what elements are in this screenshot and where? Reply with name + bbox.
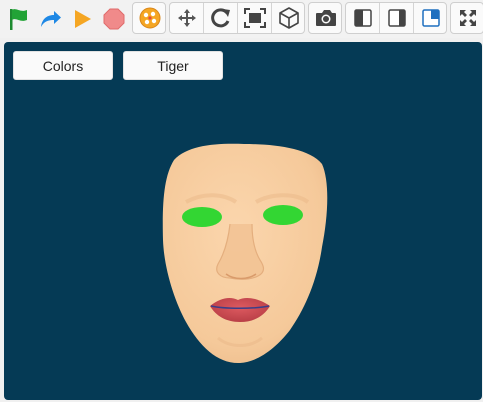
fit-frame-icon[interactable] xyxy=(238,3,271,33)
green-flag-icon[interactable] xyxy=(4,4,32,34)
texture-group xyxy=(132,2,166,34)
split-left-icon[interactable] xyxy=(346,3,379,33)
camera-icon[interactable] xyxy=(309,3,342,33)
3d-viewport[interactable]: Colors Tiger xyxy=(4,42,482,400)
navigation-group xyxy=(169,2,305,34)
play-icon[interactable] xyxy=(68,4,96,34)
top-toolbar xyxy=(0,0,483,38)
face-model[interactable] xyxy=(4,42,482,400)
split-right-icon[interactable] xyxy=(380,3,413,33)
left-eye xyxy=(182,207,222,227)
move-icon[interactable] xyxy=(170,3,203,33)
camera-group xyxy=(308,2,342,34)
rotate-icon[interactable] xyxy=(204,3,237,33)
layout-group xyxy=(345,2,447,34)
cube-icon[interactable] xyxy=(272,3,305,33)
texture-ball-icon[interactable] xyxy=(133,3,166,33)
split-corner-icon[interactable] xyxy=(414,3,447,33)
fullscreen-icon[interactable] xyxy=(451,3,483,33)
right-eye xyxy=(263,205,303,225)
redo-icon[interactable] xyxy=(36,4,64,34)
fullscreen-group xyxy=(450,2,483,34)
stop-icon[interactable] xyxy=(100,4,128,34)
